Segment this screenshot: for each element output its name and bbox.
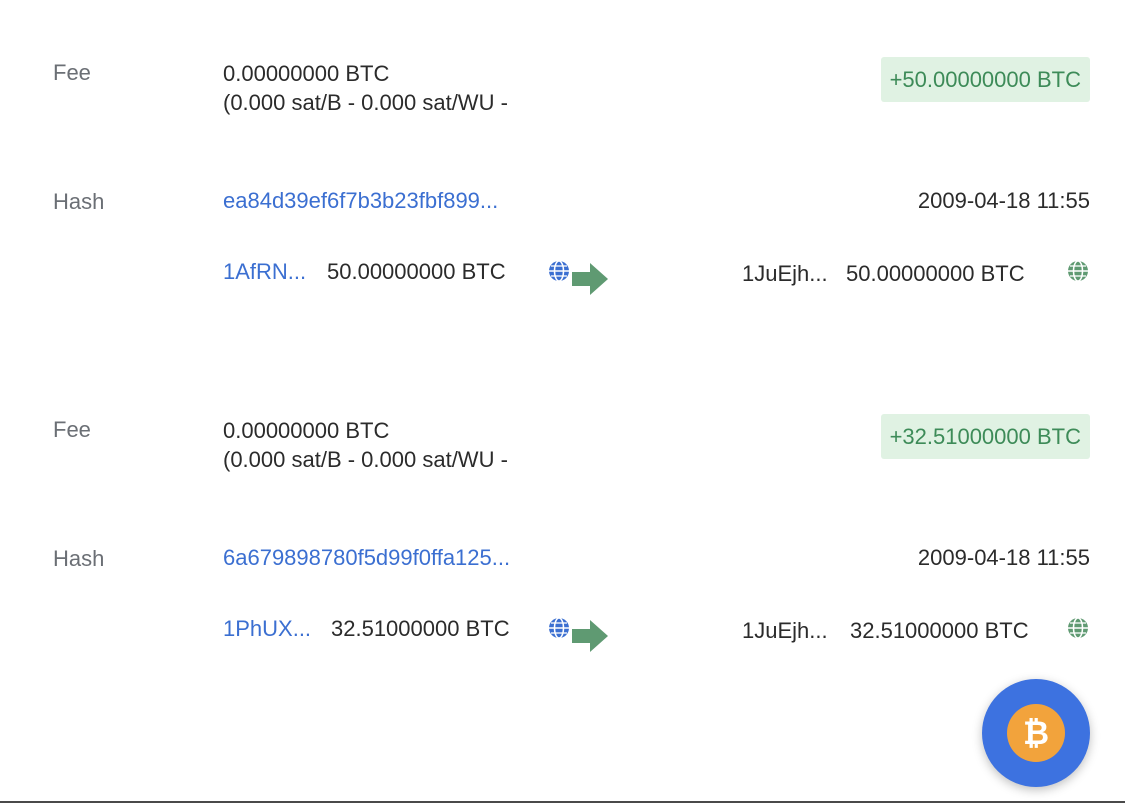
input-amount: 50.00000000 BTC: [327, 259, 506, 284]
transaction-card: Fee 0.00000000 BTC (0.000 sat/B - 0.000 …: [0, 357, 1125, 687]
globe-icon[interactable]: [547, 259, 571, 283]
transaction-card: Fee 0.00000000 BTC (0.000 sat/B - 0.000 …: [0, 0, 1125, 330]
output-amount: 50.00000000 BTC: [846, 261, 1025, 286]
amount-badge: +32.51000000 BTC: [880, 414, 1090, 459]
globe-icon[interactable]: [1066, 259, 1090, 283]
fee-label: Fee: [53, 60, 91, 85]
tx-timestamp: 2009-04-18 11:55: [917, 188, 1090, 213]
arrow-right-icon: [570, 261, 610, 297]
io-row: 1AfRN... 50.00000000 BTC 1JuEjh... 50.00…: [0, 257, 1125, 297]
io-row: 1PhUX... 32.51000000 BTC 1JuEjh... 32.51…: [0, 614, 1125, 654]
fee-rate: (0.000 sat/B - 0.000 sat/WU -: [223, 447, 508, 472]
output-amount: 32.51000000 BTC: [850, 618, 1029, 643]
tx-hash-link[interactable]: 6a679898780f5d99f0ffa125...: [223, 545, 510, 571]
fee-value: 0.00000000 BTC (0.000 sat/B - 0.000 sat/…: [223, 416, 508, 474]
tx-timestamp: 2009-04-18 11:55: [917, 545, 1090, 570]
input-address-link[interactable]: 1AfRN...: [223, 259, 306, 285]
bitcoin-icon: ₿: [1007, 704, 1065, 762]
fee-label: Fee: [53, 417, 91, 442]
globe-icon[interactable]: [547, 616, 571, 640]
arrow-right-icon: [570, 618, 610, 654]
tx-hash-link[interactable]: ea84d39ef6f7b3b23fbf899...: [223, 188, 498, 214]
fee-value: 0.00000000 BTC (0.000 sat/B - 0.000 sat/…: [223, 59, 508, 117]
amount-badge: +50.00000000 BTC: [880, 57, 1090, 102]
output-address-link[interactable]: 1JuEjh...: [742, 261, 828, 287]
bitcoin-fab-button[interactable]: ₿: [982, 679, 1090, 787]
globe-icon[interactable]: [1066, 616, 1090, 640]
hash-label: Hash: [53, 189, 105, 214]
output-address-link[interactable]: 1JuEjh...: [742, 618, 828, 644]
input-amount: 32.51000000 BTC: [331, 616, 510, 641]
fee-amount: 0.00000000 BTC: [223, 418, 390, 443]
hash-label: Hash: [53, 546, 105, 571]
input-address-link[interactable]: 1PhUX...: [223, 616, 311, 642]
fee-rate: (0.000 sat/B - 0.000 sat/WU -: [223, 90, 508, 115]
fee-amount: 0.00000000 BTC: [223, 61, 390, 86]
